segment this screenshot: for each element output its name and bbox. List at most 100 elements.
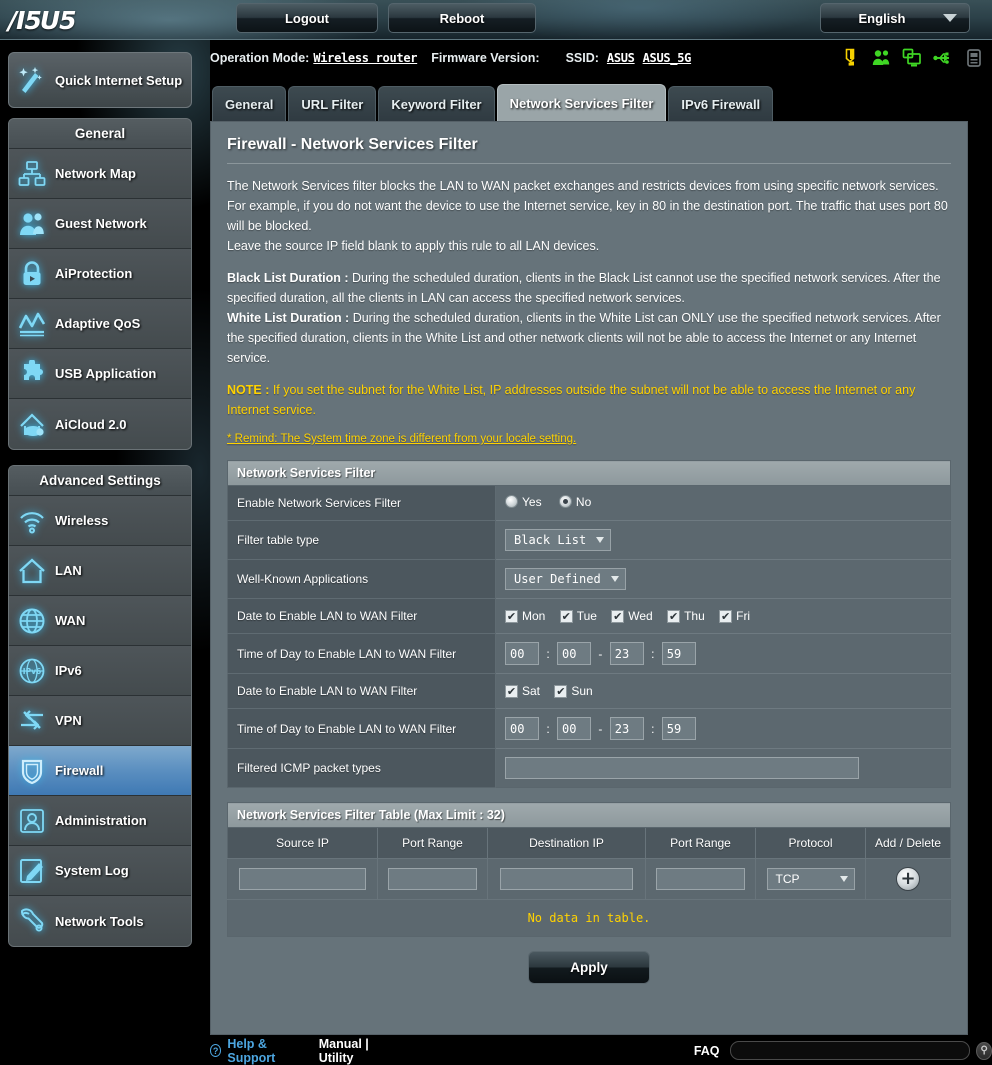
sidebar-item-vpn[interactable]: VPN [9, 696, 191, 746]
sidebar-item-label: Guest Network [55, 216, 147, 231]
ssid-value-5g[interactable]: ASUS_5G [643, 51, 692, 65]
day-checkbox-wed[interactable]: Wed [611, 609, 653, 623]
checkbox-icon[interactable] [559, 609, 573, 623]
date-weekday-label: Date to Enable LAN to WAN Filter [227, 598, 496, 634]
reboot-button[interactable]: Reboot [388, 3, 536, 33]
form-section-title: Network Services Filter [227, 460, 951, 486]
firmware-version-label: Firmware Version: [431, 51, 540, 65]
day-checkbox-sun[interactable]: Sun [554, 684, 593, 698]
day-checkbox-thu[interactable]: Thu [667, 609, 705, 623]
sidebar-item-network-map[interactable]: Network Map [9, 149, 191, 199]
sidebar-item-firewall[interactable]: Firewall [9, 746, 191, 796]
enable-filter-yes-option[interactable]: Yes [505, 495, 542, 509]
checkbox-icon[interactable] [505, 684, 518, 698]
usb-icon[interactable] [933, 48, 953, 68]
checkbox-icon[interactable] [505, 609, 518, 623]
page-description: The Network Services filter blocks the L… [227, 176, 951, 449]
time-weekend-end-minute[interactable] [661, 717, 696, 740]
day-checkbox-mon[interactable]: Mon [505, 609, 545, 623]
vpn-arrows-icon [9, 707, 55, 735]
tab-keyword-filter[interactable]: Keyword Filter [378, 86, 495, 122]
sidebar-item-guest-network[interactable]: Guest Network [9, 199, 191, 249]
time-weekday-end-hour[interactable] [609, 642, 644, 665]
sidebar-item-label: Network Tools [55, 913, 144, 929]
row-time-weekend: Time of Day to Enable LAN to WAN Filter … [227, 708, 951, 749]
note-description: NOTE : If you set the subnet for the Whi… [227, 380, 951, 420]
checkbox-icon[interactable] [667, 609, 681, 623]
printer-icon[interactable] [964, 48, 984, 68]
cell-add-delete: + [865, 858, 951, 900]
tab-bar: General URL Filter Keyword Filter Networ… [212, 84, 774, 122]
log-pencil-icon [9, 857, 55, 885]
ssid-value-24g[interactable]: ASUS [607, 51, 635, 65]
sidebar-item-usb-application[interactable]: USB Application [9, 349, 191, 399]
filtered-icmp-input[interactable] [505, 757, 859, 779]
day-checkbox-sat[interactable]: Sat [505, 684, 540, 698]
tab-url-filter[interactable]: URL Filter [288, 86, 377, 122]
logout-button[interactable]: Logout [236, 3, 378, 33]
day-checkbox-tue[interactable]: Tue [559, 609, 597, 623]
shield-icon [9, 757, 55, 785]
sidebar-item-aiprotection[interactable]: AiProtection [9, 249, 191, 299]
alert-icon[interactable] [840, 48, 860, 68]
tab-general[interactable]: General [212, 86, 287, 122]
filter-table-title: Network Services Filter Table (Max Limit… [227, 802, 951, 828]
sidebar-item-ipv6[interactable]: IPv6 IPv6 [9, 646, 191, 696]
search-icon[interactable]: ⚲ [976, 1041, 992, 1060]
guest-users-icon[interactable] [871, 48, 891, 68]
apply-button[interactable]: Apply [528, 951, 650, 984]
faq-label: FAQ [693, 1043, 720, 1058]
destination-ip-input[interactable] [499, 868, 634, 890]
checkbox-icon[interactable] [611, 609, 625, 623]
date-weekend-label: Date to Enable LAN to WAN Filter [227, 673, 496, 709]
operation-mode-value[interactable]: Wireless router [313, 51, 417, 65]
filter-table-type-label: Filter table type [227, 520, 496, 560]
description-paragraph-1: The Network Services filter blocks the L… [227, 179, 939, 193]
protocol-select[interactable]: TCP [766, 868, 855, 890]
plus-circle-icon[interactable]: + [896, 867, 920, 891]
well-known-applications-select[interactable]: User Defined [505, 568, 626, 590]
quick-internet-setup-button[interactable]: Quick Internet Setup [8, 52, 192, 108]
asus-logo: /I5U5 [8, 6, 77, 35]
time-weekday-end-minute[interactable] [661, 642, 696, 665]
time-weekday-start-hour[interactable] [505, 642, 539, 665]
time-weekend-start-minute[interactable] [557, 717, 592, 740]
manual-utility-link[interactable]: Manual | Utility [319, 1037, 394, 1065]
tab-network-services-filter[interactable]: Network Services Filter [496, 84, 667, 122]
white-list-duration-term: White List Duration : [227, 311, 350, 325]
status-icon-group [840, 48, 984, 68]
faq-search-input[interactable] [729, 1041, 971, 1060]
time-weekend-end-hour[interactable] [609, 717, 644, 740]
radio-yes[interactable] [505, 495, 518, 509]
checkbox-icon[interactable] [554, 684, 568, 698]
filter-table-type-select[interactable]: Black List [505, 529, 612, 551]
sidebar-item-network-tools[interactable]: Network Tools [9, 896, 191, 946]
day-checkbox-fri[interactable]: Fri [719, 609, 750, 623]
row-filtered-icmp: Filtered ICMP packet types [227, 748, 951, 788]
page-title: Firewall - Network Services Filter [227, 136, 951, 164]
sidebar-item-label: System Log [55, 863, 129, 878]
time-weekend-start-hour[interactable] [505, 717, 539, 740]
checkbox-icon[interactable] [719, 609, 733, 623]
cell-source-port-range [377, 858, 488, 900]
language-selector[interactable]: English [820, 3, 970, 33]
sidebar-item-system-log[interactable]: System Log [9, 846, 191, 896]
tab-ipv6-firewall[interactable]: IPv6 Firewall [668, 86, 774, 122]
timezone-remind-link[interactable]: * Remind: The System time zone is differ… [227, 429, 951, 449]
radio-no[interactable] [558, 495, 572, 509]
help-support-link[interactable]: Help & Support [227, 1037, 304, 1065]
destination-port-range-input[interactable] [655, 868, 746, 890]
client-devices-icon[interactable] [902, 48, 922, 68]
time-range-dash: - [598, 721, 603, 736]
source-ip-input[interactable] [239, 868, 366, 890]
sidebar-item-aicloud[interactable]: AiCloud 2.0 [9, 399, 191, 449]
sidebar-item-administration[interactable]: Administration [9, 796, 191, 846]
source-port-range-input[interactable] [387, 868, 478, 890]
time-weekday-start-minute[interactable] [557, 642, 592, 665]
sidebar-item-wireless[interactable]: Wireless [9, 496, 191, 546]
sidebar-item-lan[interactable]: LAN [9, 546, 191, 596]
chevron-down-icon [943, 14, 957, 22]
enable-filter-no-option[interactable]: No [558, 495, 591, 509]
sidebar-item-wan[interactable]: WAN [9, 596, 191, 646]
sidebar-item-adaptive-qos[interactable]: Adaptive QoS [9, 299, 191, 349]
